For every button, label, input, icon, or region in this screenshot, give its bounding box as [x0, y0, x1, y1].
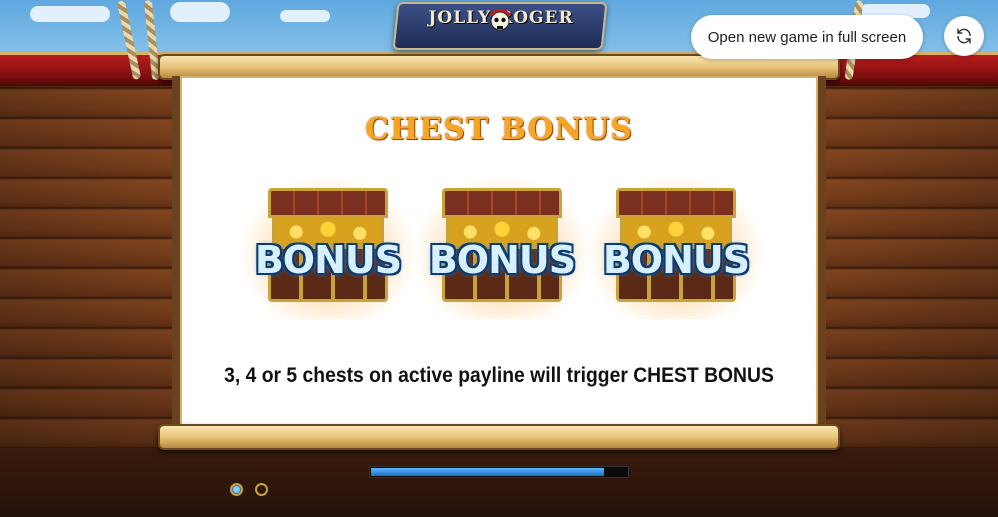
- skull-icon: [489, 9, 511, 31]
- chest-label: BONUS: [602, 238, 750, 282]
- refresh-button[interactable]: [944, 16, 984, 56]
- bonus-description: 3, 4 or 5 chests on active payline will …: [224, 364, 774, 387]
- refresh-icon: [957, 28, 971, 44]
- open-fullscreen-button[interactable]: Open new game in full screen: [691, 15, 923, 59]
- deck-floor: [0, 448, 998, 517]
- loading-progress-bar: [369, 466, 629, 478]
- page-dot-1[interactable]: [230, 483, 243, 496]
- chest-label: BONUS: [254, 238, 402, 282]
- bonus-chest-1: BONUS: [238, 174, 418, 319]
- page-dot-2[interactable]: [255, 483, 268, 496]
- open-fullscreen-label: Open new game in full screen: [707, 28, 907, 46]
- chest-icon: [616, 188, 736, 218]
- chest-icon: [268, 188, 388, 218]
- chest-label: BONUS: [428, 238, 576, 282]
- scroll-bottom-roll: [158, 424, 840, 450]
- loading-progress-fill: [371, 468, 604, 476]
- chest-icon: [442, 188, 562, 218]
- panel-title: CHEST BONUS: [365, 112, 633, 147]
- bonus-chest-3: BONUS: [586, 174, 766, 319]
- bonus-chest-2: BONUS: [412, 174, 592, 319]
